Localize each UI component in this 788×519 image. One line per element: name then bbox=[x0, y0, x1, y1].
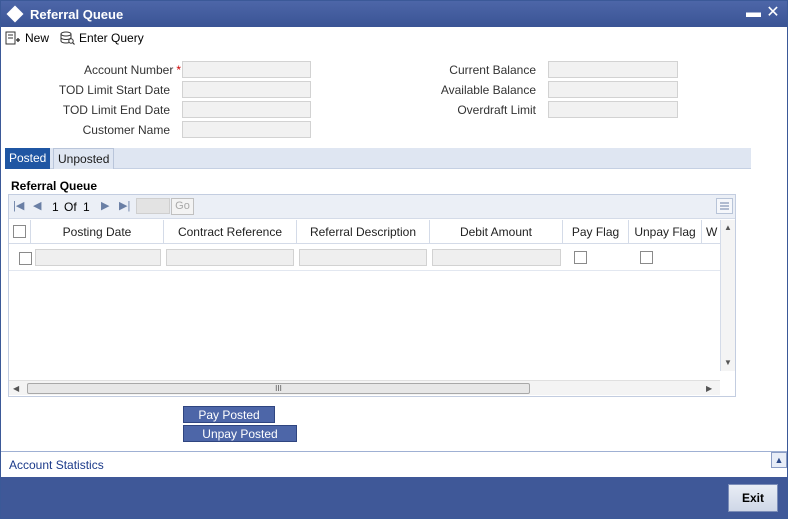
column-header-pay-flag[interactable]: Pay Flag bbox=[563, 220, 629, 244]
window-title: Referral Queue bbox=[30, 7, 124, 22]
referral-description-cell[interactable] bbox=[299, 249, 427, 266]
account-statistics-link[interactable]: Account Statistics bbox=[9, 458, 104, 472]
next-page-icon[interactable]: ▶ bbox=[101, 199, 109, 212]
new-button-label: New bbox=[25, 31, 50, 45]
enter-query-button[interactable]: Enter Query bbox=[59, 29, 144, 47]
required-marker: * bbox=[176, 63, 181, 77]
unpay-flag-checkbox[interactable] bbox=[640, 251, 653, 264]
tab-bar: Posted Unposted bbox=[5, 148, 751, 169]
account-number-label: Account Number * bbox=[83, 63, 181, 77]
database-query-icon bbox=[60, 31, 75, 45]
column-header-unpay-flag[interactable]: Unpay Flag bbox=[629, 220, 702, 244]
tod-limit-end-date-label: TOD Limit End Date bbox=[62, 103, 170, 117]
pay-posted-button[interactable]: Pay Posted bbox=[183, 406, 275, 423]
column-header-referral-description[interactable]: Referral Description bbox=[297, 220, 430, 244]
grid-header-row: Posting Date Contract Reference Referral… bbox=[9, 220, 720, 244]
diamond-logo-icon bbox=[6, 5, 24, 23]
new-document-icon bbox=[5, 31, 20, 45]
collapse-up-icon[interactable]: ▲ bbox=[771, 452, 787, 468]
customer-name-label: Customer Name bbox=[82, 123, 170, 137]
current-balance-field[interactable] bbox=[548, 61, 678, 78]
scroll-up-arrow-icon[interactable]: ▲ bbox=[724, 223, 732, 232]
previous-page-icon[interactable]: ◀ bbox=[33, 199, 41, 212]
column-header-posting-date[interactable]: Posting Date bbox=[31, 220, 164, 244]
column-header-contract-reference[interactable]: Contract Reference bbox=[164, 220, 297, 244]
list-view-icon[interactable] bbox=[716, 198, 733, 214]
customer-name-field[interactable] bbox=[182, 121, 311, 138]
available-balance-field[interactable] bbox=[548, 81, 678, 98]
new-button[interactable]: New bbox=[5, 29, 49, 47]
horizontal-scrollbar[interactable]: ◀ III ▶ bbox=[9, 380, 720, 395]
vertical-scrollbar[interactable]: ▲ ▼ bbox=[720, 220, 735, 371]
tab-posted[interactable]: Posted bbox=[5, 148, 51, 169]
exit-button[interactable]: Exit bbox=[728, 484, 778, 512]
overdraft-limit-field[interactable] bbox=[548, 101, 678, 118]
referral-queue-window: Referral Queue ▬ ✕ New Enter Query Accou… bbox=[0, 0, 788, 519]
close-button[interactable]: ✕ bbox=[765, 4, 781, 22]
first-page-icon[interactable]: |◀ bbox=[13, 199, 24, 212]
row-select-checkbox[interactable] bbox=[19, 252, 32, 265]
posting-date-cell[interactable] bbox=[35, 249, 161, 266]
enter-query-button-label: Enter Query bbox=[79, 31, 144, 45]
page-of-label: Of bbox=[64, 200, 77, 214]
tod-limit-end-date-field[interactable] bbox=[182, 101, 311, 118]
scroll-grip: III bbox=[275, 384, 282, 393]
referral-queue-grid: |◀ ◀ 1 Of 1 ▶ ▶| Go Posting Date Contrac bbox=[8, 194, 736, 397]
account-number-field[interactable] bbox=[182, 61, 311, 78]
select-all-checkbox[interactable] bbox=[13, 225, 26, 238]
current-balance-label: Current Balance bbox=[449, 63, 536, 77]
horizontal-scroll-thumb[interactable]: III bbox=[27, 383, 530, 394]
page-number-input[interactable] bbox=[136, 198, 170, 214]
list-lines-icon bbox=[720, 202, 729, 210]
tod-limit-start-date-label: TOD Limit Start Date bbox=[58, 83, 170, 97]
select-all-cell bbox=[9, 220, 31, 244]
available-balance-label: Available Balance bbox=[440, 83, 536, 97]
column-header-truncated[interactable]: W bbox=[702, 220, 720, 244]
total-pages: 1 bbox=[83, 200, 90, 214]
last-page-icon[interactable]: ▶| bbox=[119, 199, 130, 212]
toolbar: New Enter Query bbox=[1, 27, 787, 49]
scroll-down-arrow-icon[interactable]: ▼ bbox=[724, 358, 732, 367]
debit-amount-cell[interactable] bbox=[432, 249, 561, 266]
tab-unposted[interactable]: Unposted bbox=[53, 148, 115, 169]
grid-pager: |◀ ◀ 1 Of 1 ▶ ▶| Go bbox=[9, 195, 735, 219]
scroll-left-arrow-icon[interactable]: ◀ bbox=[13, 384, 19, 393]
column-header-debit-amount[interactable]: Debit Amount bbox=[430, 220, 563, 244]
bottom-bar bbox=[1, 477, 787, 518]
unpay-posted-button[interactable]: Unpay Posted bbox=[183, 425, 297, 442]
current-page-number: 1 bbox=[52, 200, 59, 214]
grid-section-title: Referral Queue bbox=[11, 179, 98, 193]
row-divider bbox=[9, 270, 720, 271]
tod-limit-start-date-field[interactable] bbox=[182, 81, 311, 98]
scroll-right-arrow-icon[interactable]: ▶ bbox=[706, 384, 712, 393]
footer-divider bbox=[1, 451, 787, 452]
pay-flag-checkbox[interactable] bbox=[574, 251, 587, 264]
go-button[interactable]: Go bbox=[171, 198, 194, 215]
overdraft-limit-label: Overdraft Limit bbox=[457, 103, 536, 117]
title-bar: Referral Queue ▬ ✕ bbox=[1, 1, 787, 27]
minimize-button[interactable]: ▬ bbox=[746, 5, 761, 21]
contract-reference-cell[interactable] bbox=[166, 249, 294, 266]
